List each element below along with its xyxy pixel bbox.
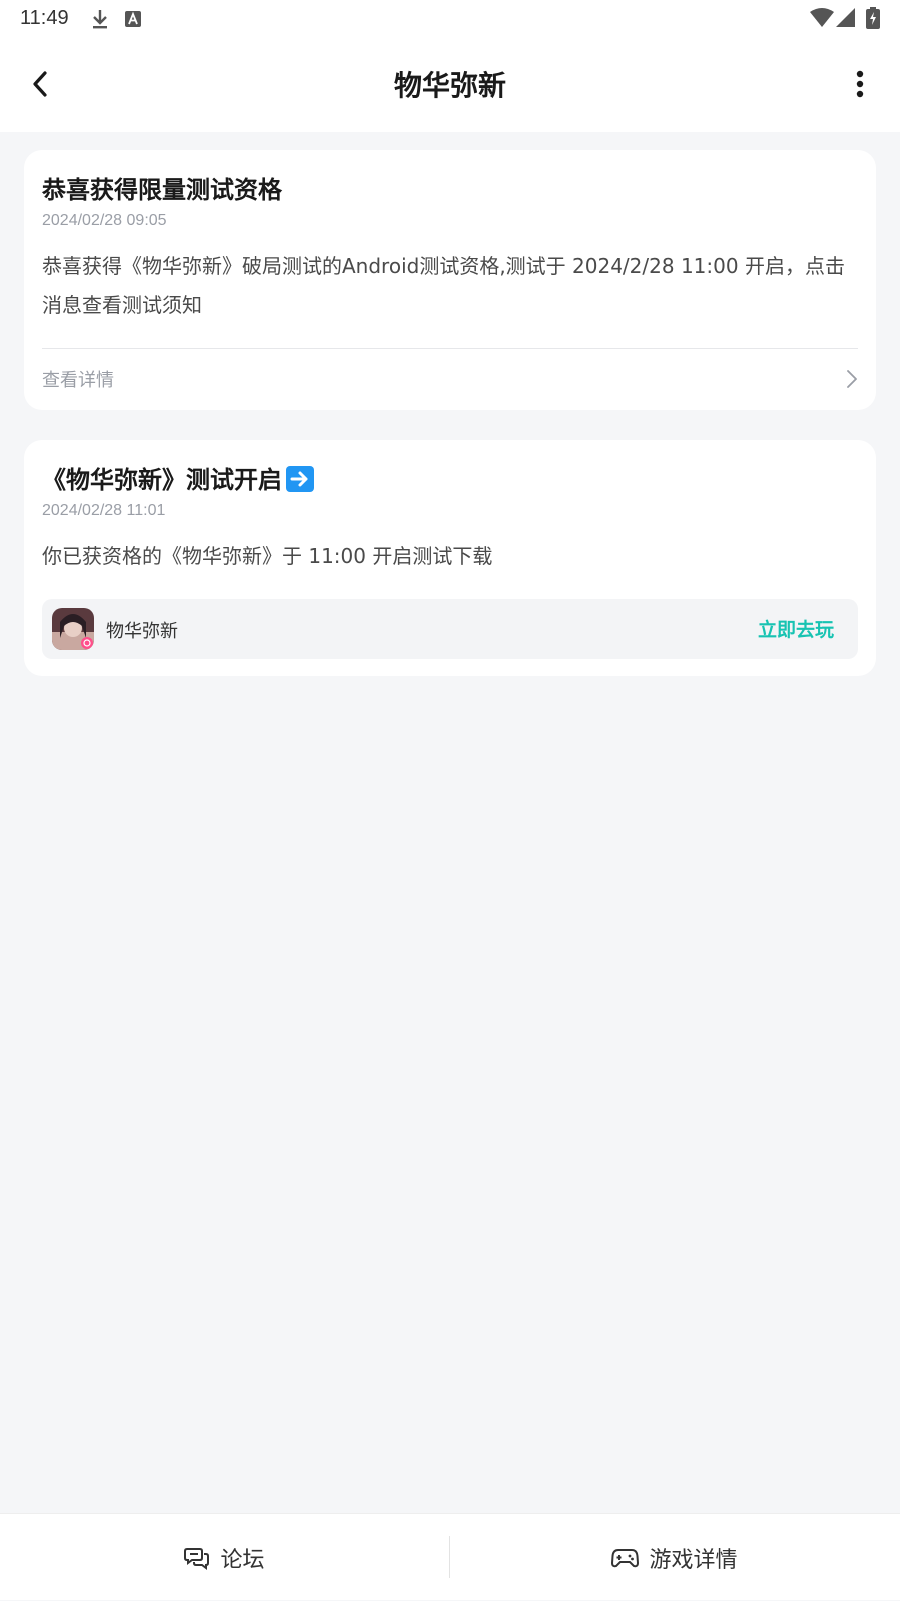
more-button[interactable] [840,62,880,106]
gamepad-icon [611,1548,640,1567]
card-title: 《物华弥新》测试开启 [42,460,314,495]
card-title: 恭喜获得限量测试资格 [42,176,282,204]
status-time: 11:49 [20,7,69,29]
tab-game-details-label: 游戏详情 [649,1547,738,1573]
battery-icon [866,7,880,33]
card-body: 恭喜获得《物华弥新》破局测试的Android测试资格,测试于 2024/2/28… [42,254,845,317]
card-body: 你已获资格的《物华弥新》于 11:00 开启测试下载 [42,544,493,568]
signal-icon [836,8,856,32]
page-title: 物华弥新 [393,69,506,102]
bottom-bar: 论坛 游戏详情 [0,1513,900,1600]
status-bar: 11:49 [0,0,900,40]
wifi-icon [810,8,834,32]
tab-forum-label: 论坛 [220,1547,265,1573]
card-title-text: 《物华弥新》测试开启 [42,466,282,494]
game-app-icon [52,608,94,650]
chat-bubbles-icon [184,1547,210,1570]
a-badge-icon [124,10,142,32]
message-card-test-open[interactable]: 《物华弥新》测试开启 2024/02/28 11:01 你已获资格的《物华弥新》… [24,440,876,676]
card-divider [42,348,858,349]
play-now-button[interactable]: 立即去玩 [758,615,834,642]
card-timestamp: 2024/02/28 11:01 [42,502,166,519]
top-nav: 物华弥新 [0,40,900,132]
download-icon [90,8,110,34]
tab-forum[interactable]: 论坛 [0,1514,449,1601]
more-vertical-icon [856,70,864,98]
message-card-qualification[interactable]: 恭喜获得限量测试资格 2024/02/28 09:05 恭喜获得《物华弥新》破局… [24,150,876,410]
tab-game-details[interactable]: 游戏详情 [450,1514,899,1601]
game-entry[interactable]: 物华弥新 立即去玩 [42,599,858,659]
chevron-right-icon [847,370,857,388]
view-details-link[interactable]: 查看详情 [42,351,858,407]
game-name: 物华弥新 [106,621,178,642]
right-arrow-emoji-icon [286,466,314,492]
view-details-label: 查看详情 [42,370,114,391]
card-timestamp: 2024/02/28 09:05 [42,212,167,229]
